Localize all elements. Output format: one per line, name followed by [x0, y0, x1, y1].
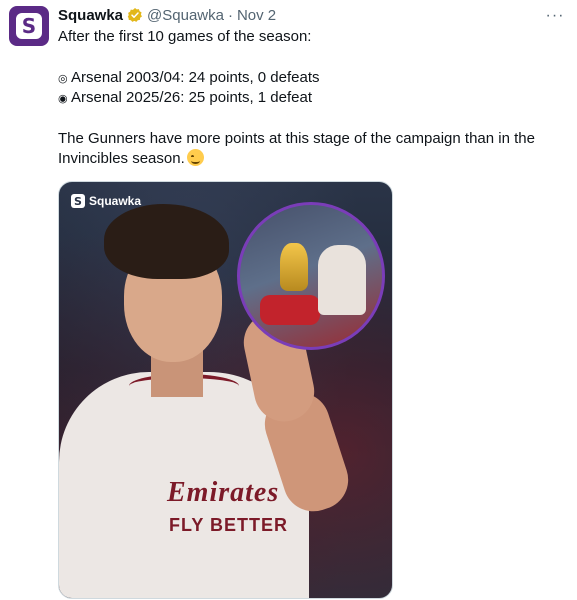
- watermark-text: Squawka: [89, 194, 142, 208]
- tweet-header: Squawka @Squawka · Nov 2: [58, 5, 276, 25]
- sponsor-subtext: FLY BETTER: [169, 515, 289, 535]
- inset-photo: [237, 202, 385, 350]
- tweet-image[interactable]: S Squawka Emirates FLY BETTER: [58, 181, 393, 599]
- avatar[interactable]: S: [9, 6, 49, 46]
- squawka-logo-icon: S: [16, 13, 42, 39]
- summary-text: The Gunners have more points at this sta…: [58, 129, 535, 168]
- tweet-date[interactable]: Nov 2: [237, 7, 276, 24]
- trophy-icon: [280, 243, 308, 291]
- display-name[interactable]: Squawka: [58, 7, 123, 24]
- bullet-icon: ◎: [58, 72, 68, 85]
- stat-2003: Arsenal 2003/04: 24 points, 0 defeats: [71, 68, 320, 86]
- watermark-letter: S: [74, 194, 82, 208]
- tweet-card[interactable]: S Squawka @Squawka · Nov 2 ··· After the…: [0, 0, 577, 600]
- avatar-letter: S: [21, 14, 37, 38]
- more-options-icon[interactable]: ···: [543, 6, 567, 26]
- verified-badge-icon: [127, 8, 142, 22]
- tweet-text: After the first 10 games of the season: …: [58, 27, 558, 170]
- bullet-icon: ◉: [58, 93, 68, 106]
- smirk-emoji-icon: [186, 149, 204, 167]
- handle[interactable]: @Squawka: [147, 7, 224, 24]
- inset-red-shirt: [260, 295, 320, 325]
- text-line-3: ◉ Arsenal 2025/26: 25 points, 1 defeat: [58, 88, 558, 108]
- text-line-4: The Gunners have more points at this sta…: [58, 129, 558, 170]
- stat-2025: Arsenal 2025/26: 25 points, 1 defeat: [71, 89, 313, 107]
- text-line-1: After the first 10 games of the season:: [58, 28, 312, 45]
- sponsor-text: Emirates: [167, 477, 280, 508]
- player-hair: [104, 204, 229, 279]
- squawka-logo-icon: S: [71, 194, 85, 208]
- inset-player: [318, 245, 366, 315]
- text-line-2: ◎ Arsenal 2003/04: 24 points, 0 defeats: [58, 68, 558, 88]
- header-separator: ·: [227, 6, 233, 24]
- watermark: S Squawka: [71, 194, 141, 208]
